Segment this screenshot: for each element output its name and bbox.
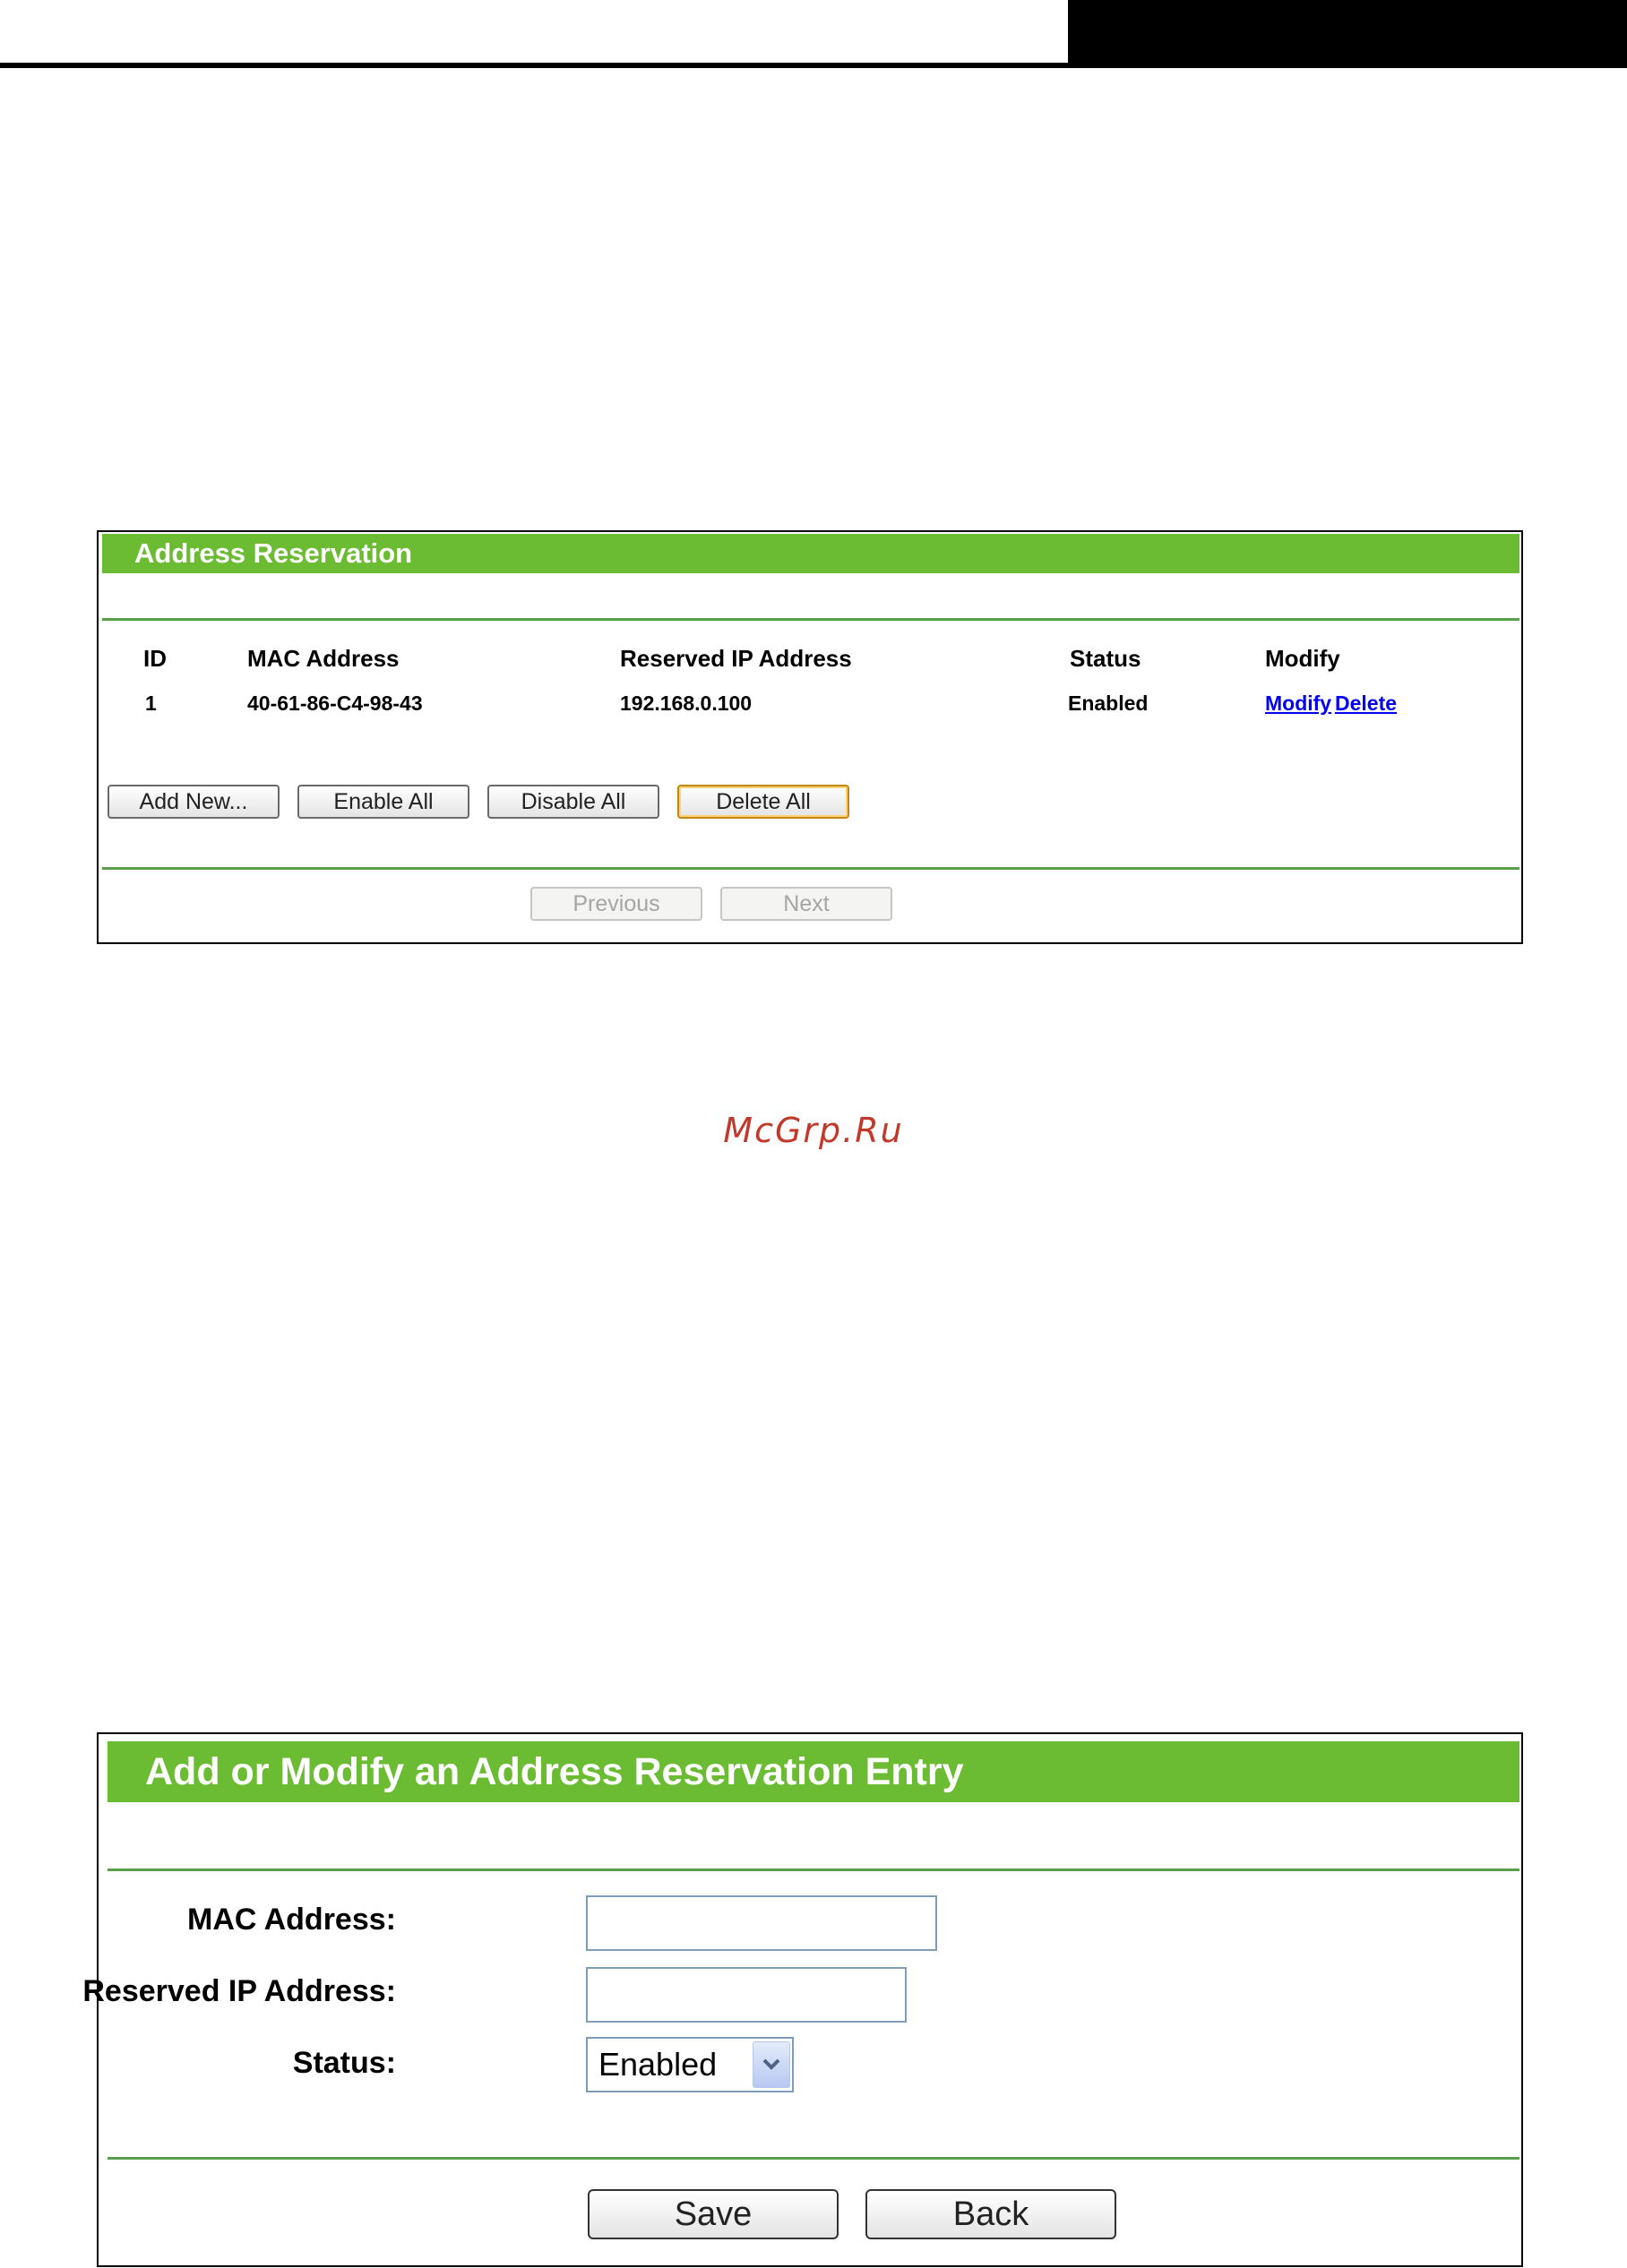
row-status: Enabled xyxy=(1068,692,1149,715)
previous-button[interactable]: Previous xyxy=(530,887,702,921)
column-header-mac: MAC Address xyxy=(247,645,400,672)
column-header-modify: Modify xyxy=(1265,645,1340,672)
delete-link[interactable]: Delete xyxy=(1335,692,1397,716)
panel-title: Address Reservation xyxy=(102,534,1519,573)
add-new-button[interactable]: Add New... xyxy=(108,785,280,819)
reserved-ip-input[interactable] xyxy=(586,1967,907,2023)
address-reservation-panel: Address Reservation ID MAC Address Reser… xyxy=(97,530,1523,944)
row-ip: 192.168.0.100 xyxy=(620,692,753,715)
divider xyxy=(102,618,1519,621)
panel-title: Add or Modify an Address Reservation Ent… xyxy=(108,1741,1519,1802)
enable-all-button[interactable]: Enable All xyxy=(297,785,469,819)
back-button[interactable]: Back xyxy=(865,2189,1116,2239)
mac-address-label: MAC Address: xyxy=(187,1903,396,1937)
mac-address-input[interactable] xyxy=(586,1895,937,1951)
save-button[interactable]: Save xyxy=(588,2189,839,2239)
divider xyxy=(108,2157,1519,2160)
status-select[interactable]: Enabled xyxy=(586,2037,794,2092)
divider xyxy=(108,1869,1519,1871)
next-button[interactable]: Next xyxy=(720,887,892,921)
disable-all-button[interactable]: Disable All xyxy=(487,785,659,819)
reserved-ip-label: Reserved IP Address: xyxy=(82,1974,396,2008)
status-select-value: Enabled xyxy=(598,2046,718,2083)
row-id: 1 xyxy=(145,692,157,715)
status-label: Status: xyxy=(292,2046,396,2080)
page-header-block xyxy=(1068,0,1627,68)
row-mac: 40-61-86-C4-98-43 xyxy=(247,692,423,715)
divider xyxy=(102,867,1519,870)
watermark: McGrp.Ru xyxy=(723,1111,904,1150)
chevron-down-icon[interactable] xyxy=(753,2041,790,2088)
delete-all-button[interactable]: Delete All xyxy=(677,785,849,819)
column-header-status: Status xyxy=(1070,645,1141,672)
modify-link[interactable]: Modify xyxy=(1265,692,1331,716)
column-header-id: ID xyxy=(143,645,167,672)
address-reservation-entry-panel: Add or Modify an Address Reservation Ent… xyxy=(82,1732,1523,2267)
column-header-ip: Reserved IP Address xyxy=(620,645,852,672)
